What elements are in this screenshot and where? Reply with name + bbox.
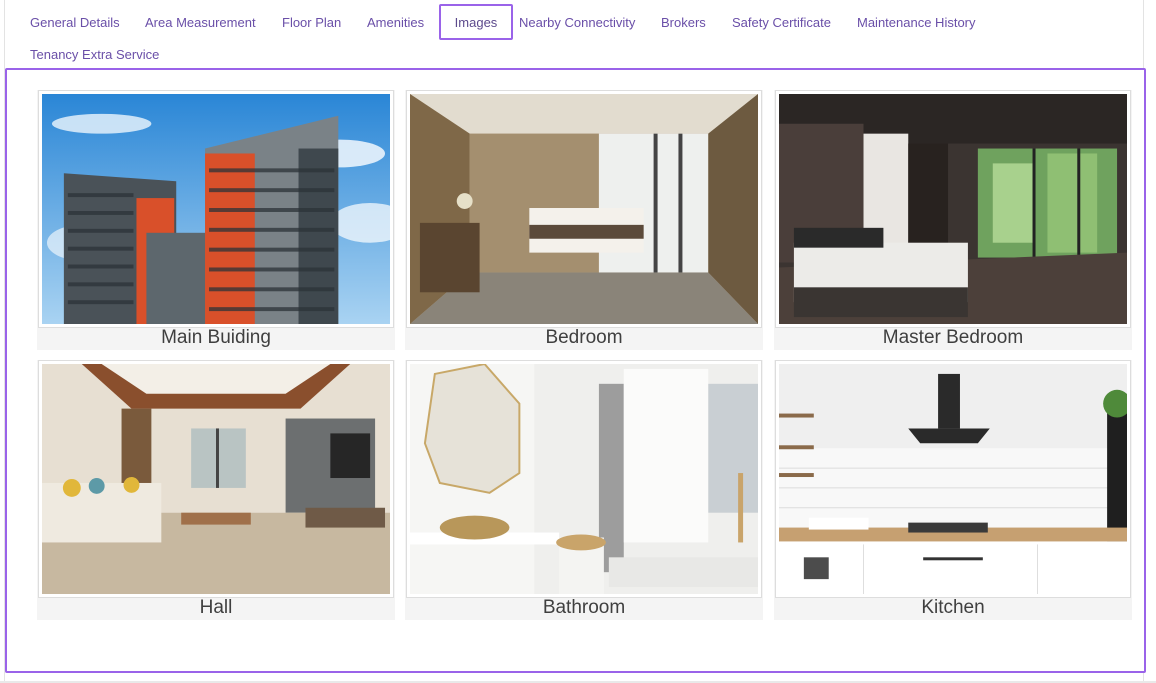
tab-area-measurement[interactable]: Area Measurement [135,4,266,40]
gallery-card[interactable]: Kitchen [774,360,1132,620]
gallery-thumbnail[interactable] [775,360,1131,598]
living-hall-image [42,364,390,594]
gallery-card[interactable]: Hall [37,360,395,620]
gallery-card[interactable]: Master Bedroom [774,90,1132,350]
gallery-thumbnail[interactable] [775,90,1131,328]
tab-safety-certificate[interactable]: Safety Certificate [722,4,841,40]
gallery-thumbnail[interactable] [406,90,762,328]
kitchen-image [779,364,1127,594]
tab-brokers[interactable]: Brokers [651,4,716,40]
tab-maintenance-history[interactable]: Maintenance History [847,4,986,40]
tab-amenities[interactable]: Amenities [357,4,434,40]
tab-general-details[interactable]: General Details [20,4,130,40]
bathroom-image [410,364,758,594]
gallery-card[interactable]: Bathroom [405,360,763,620]
gallery-thumbnail[interactable] [38,90,394,328]
gallery-thumbnail[interactable] [406,360,762,598]
tab-tenancy-extra-service[interactable]: Tenancy Extra Service [20,36,169,72]
bedroom-image [410,94,758,324]
image-caption: Main Buiding [161,327,271,348]
image-caption: Bathroom [542,597,626,618]
gallery-card[interactable]: Main Buiding [37,90,395,350]
image-caption: Master Bedroom [882,327,1024,348]
image-caption: Hall [199,597,233,618]
tab-nearby-connectivity[interactable]: Nearby Connectivity [509,4,645,40]
tab-images[interactable]: Images [439,4,513,40]
image-caption: Bedroom [545,327,623,348]
gallery-thumbnail[interactable] [38,360,394,598]
tab-floor-plan[interactable]: Floor Plan [272,4,351,40]
building-exterior-image [42,94,390,324]
master-bedroom-image [779,94,1127,324]
gallery-card[interactable]: Bedroom [405,90,763,350]
image-caption: Kitchen [921,597,985,618]
